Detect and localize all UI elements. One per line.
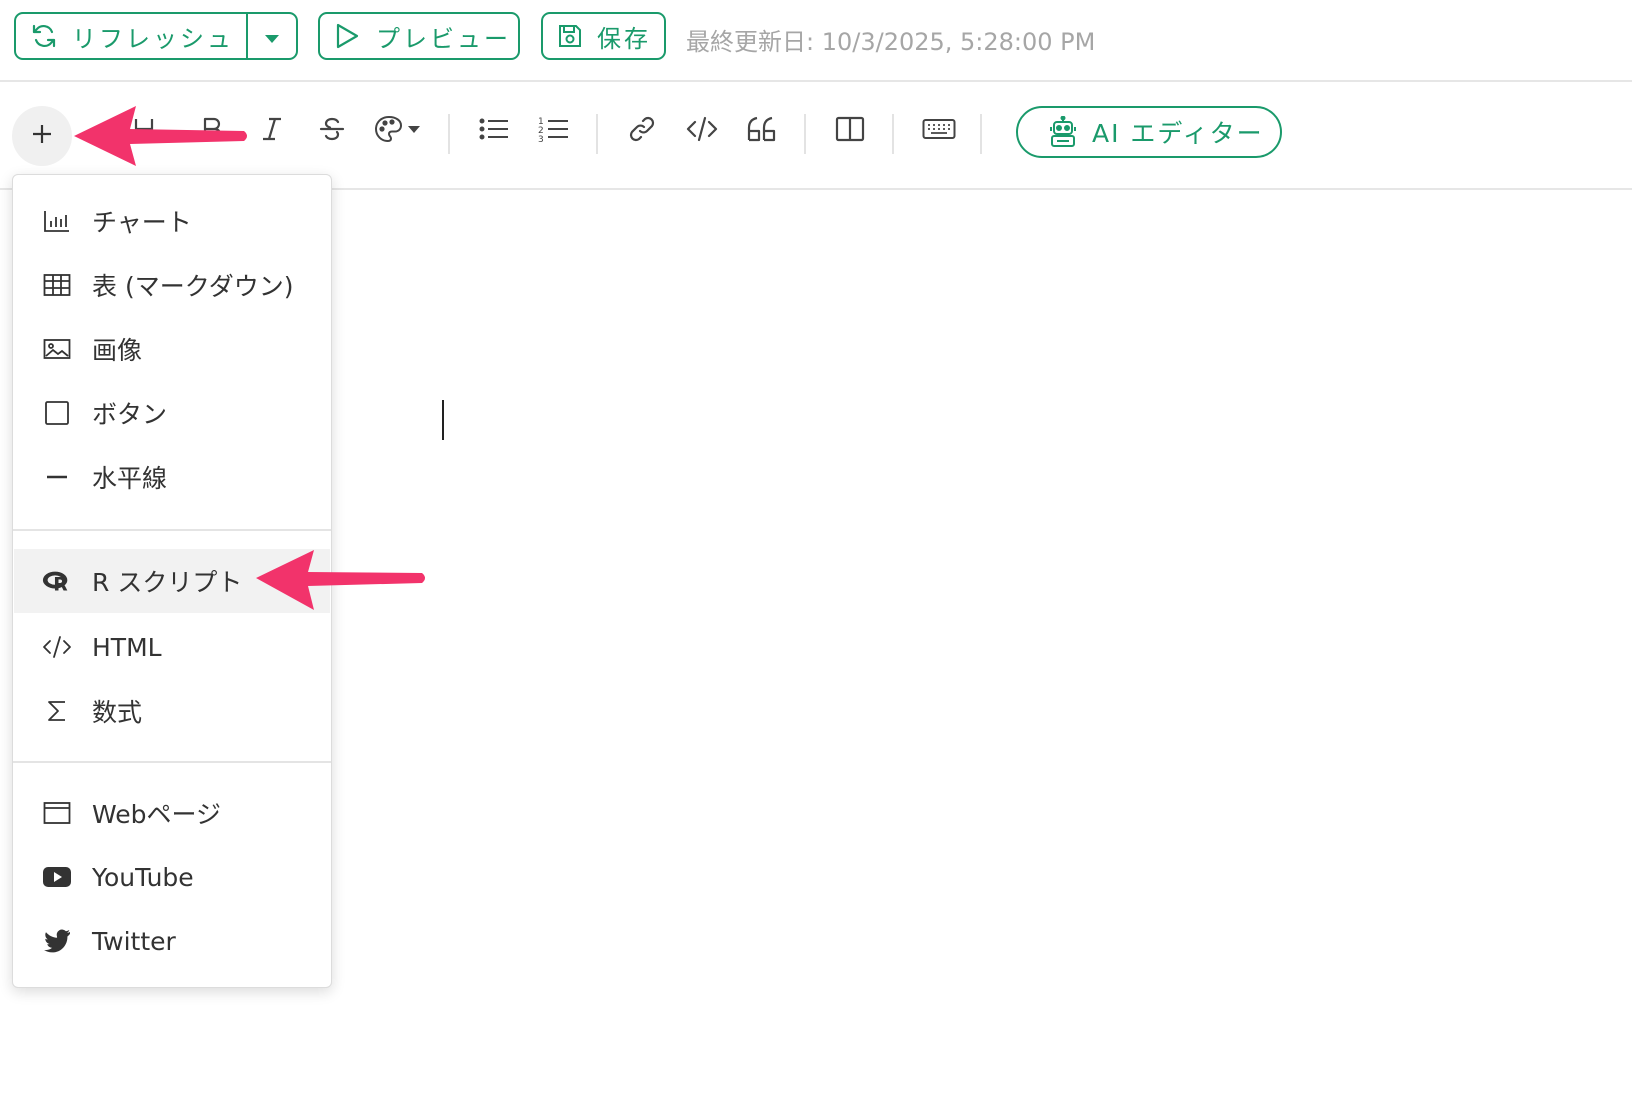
link-button[interactable] — [620, 109, 664, 153]
keyboard-button[interactable] — [916, 109, 962, 153]
r-logo-icon: R — [42, 566, 72, 596]
button-icon — [42, 398, 72, 428]
refresh-icon — [30, 22, 58, 50]
menu-item-twitter[interactable]: Twitter — [14, 909, 330, 973]
bullet-list-button[interactable] — [472, 109, 516, 153]
svg-text:R: R — [53, 574, 68, 594]
refresh-dropdown-toggle[interactable] — [246, 14, 296, 58]
text-cursor — [442, 400, 444, 440]
code-button[interactable] — [680, 109, 724, 153]
toolbar-separator — [892, 114, 894, 154]
palette-icon — [374, 114, 424, 148]
preview-button[interactable]: プレビュー — [318, 12, 520, 60]
italic-icon — [257, 114, 287, 148]
play-icon — [334, 22, 360, 50]
toolbar-separator — [804, 114, 806, 154]
sigma-icon — [42, 696, 72, 726]
menu-item-label: Webページ — [92, 800, 222, 829]
save-label: 保存 — [597, 24, 651, 53]
youtube-icon — [42, 862, 72, 892]
menu-item-r-script[interactable]: R R スクリプト — [14, 549, 330, 613]
menu-item-label: HTML — [92, 632, 162, 662]
floppy-disk-icon — [557, 23, 583, 49]
toolbar-separator — [596, 114, 598, 154]
ai-editor-label: AI エディター — [1092, 119, 1264, 148]
italic-button[interactable] — [250, 109, 294, 153]
menu-divider — [13, 761, 331, 763]
menu-item-button[interactable]: ボタン — [14, 381, 330, 445]
caret-down-icon — [264, 22, 280, 50]
menu-item-image[interactable]: 画像 — [14, 317, 330, 381]
code-icon — [42, 632, 72, 662]
chart-icon — [42, 206, 72, 236]
color-button[interactable] — [374, 109, 424, 153]
menu-item-label: ボタン — [92, 400, 168, 429]
horizontal-rule-icon — [42, 462, 72, 492]
insert-menu: チャート 表 (マークダウン) 画像 ボタン 水平線 R R スクリプト HTM… — [12, 174, 332, 988]
menu-item-label: 水平線 — [92, 464, 168, 493]
refresh-button[interactable]: リフレッシュ — [16, 14, 246, 58]
quote-icon — [746, 114, 778, 148]
svg-text:3: 3 — [538, 135, 544, 144]
bullet-list-icon — [478, 114, 510, 148]
app-root: リフレッシュ プレビュー 保存 最終更新日: 10/3/2025, 5:28:0… — [0, 0, 1632, 1114]
menu-divider — [13, 529, 331, 531]
numbered-list-icon: 123 — [538, 114, 570, 148]
menu-item-label: 数式 — [92, 698, 143, 727]
save-button[interactable]: 保存 — [541, 12, 666, 60]
menu-item-label: チャート — [92, 208, 192, 237]
plus-icon — [30, 122, 54, 150]
refresh-label: リフレッシュ — [72, 24, 234, 53]
menu-item-label: R スクリプト — [92, 568, 243, 597]
heading-button[interactable] — [122, 109, 166, 153]
menu-item-formula[interactable]: 数式 — [14, 679, 330, 743]
columns-button[interactable] — [828, 109, 872, 153]
robot-icon — [1048, 116, 1078, 148]
quote-button[interactable] — [740, 109, 784, 153]
last-updated-text: 最終更新日: 10/3/2025, 5:28:00 PM — [686, 28, 1096, 56]
numbered-list-button[interactable]: 123 — [532, 109, 576, 153]
twitter-icon — [42, 926, 72, 956]
image-icon — [42, 334, 72, 364]
menu-item-table[interactable]: 表 (マークダウン) — [14, 253, 330, 317]
browser-window-icon — [42, 798, 72, 828]
preview-label: プレビュー — [376, 24, 511, 53]
code-icon — [686, 114, 718, 148]
menu-item-chart[interactable]: チャート — [14, 189, 330, 253]
menu-item-webpage[interactable]: Webページ — [14, 781, 330, 845]
bold-button[interactable] — [190, 109, 234, 153]
toolbar-separator — [448, 114, 450, 154]
link-icon — [627, 114, 657, 148]
menu-item-label: YouTube — [92, 862, 194, 892]
keyboard-icon — [922, 117, 956, 145]
insert-button[interactable] — [12, 106, 72, 166]
menu-item-html[interactable]: HTML — [14, 615, 330, 679]
strikethrough-button[interactable] — [310, 109, 354, 153]
columns-icon — [835, 115, 865, 147]
toolbar-separator — [980, 114, 982, 154]
strikethrough-icon — [317, 114, 347, 148]
table-icon — [42, 270, 72, 300]
menu-item-label: Twitter — [92, 926, 176, 956]
ai-editor-button[interactable]: AI エディター — [1016, 106, 1282, 158]
top-bar: リフレッシュ プレビュー 保存 最終更新日: 10/3/2025, 5:28:0… — [0, 0, 1632, 82]
menu-item-label: 画像 — [92, 336, 143, 365]
menu-item-label: 表 (マークダウン) — [92, 272, 294, 301]
bold-icon — [197, 114, 227, 148]
menu-item-horizontal-rule[interactable]: 水平線 — [14, 445, 330, 509]
heading-icon — [129, 114, 159, 148]
menu-item-youtube[interactable]: YouTube — [14, 845, 330, 909]
refresh-split-button: リフレッシュ — [14, 12, 298, 60]
